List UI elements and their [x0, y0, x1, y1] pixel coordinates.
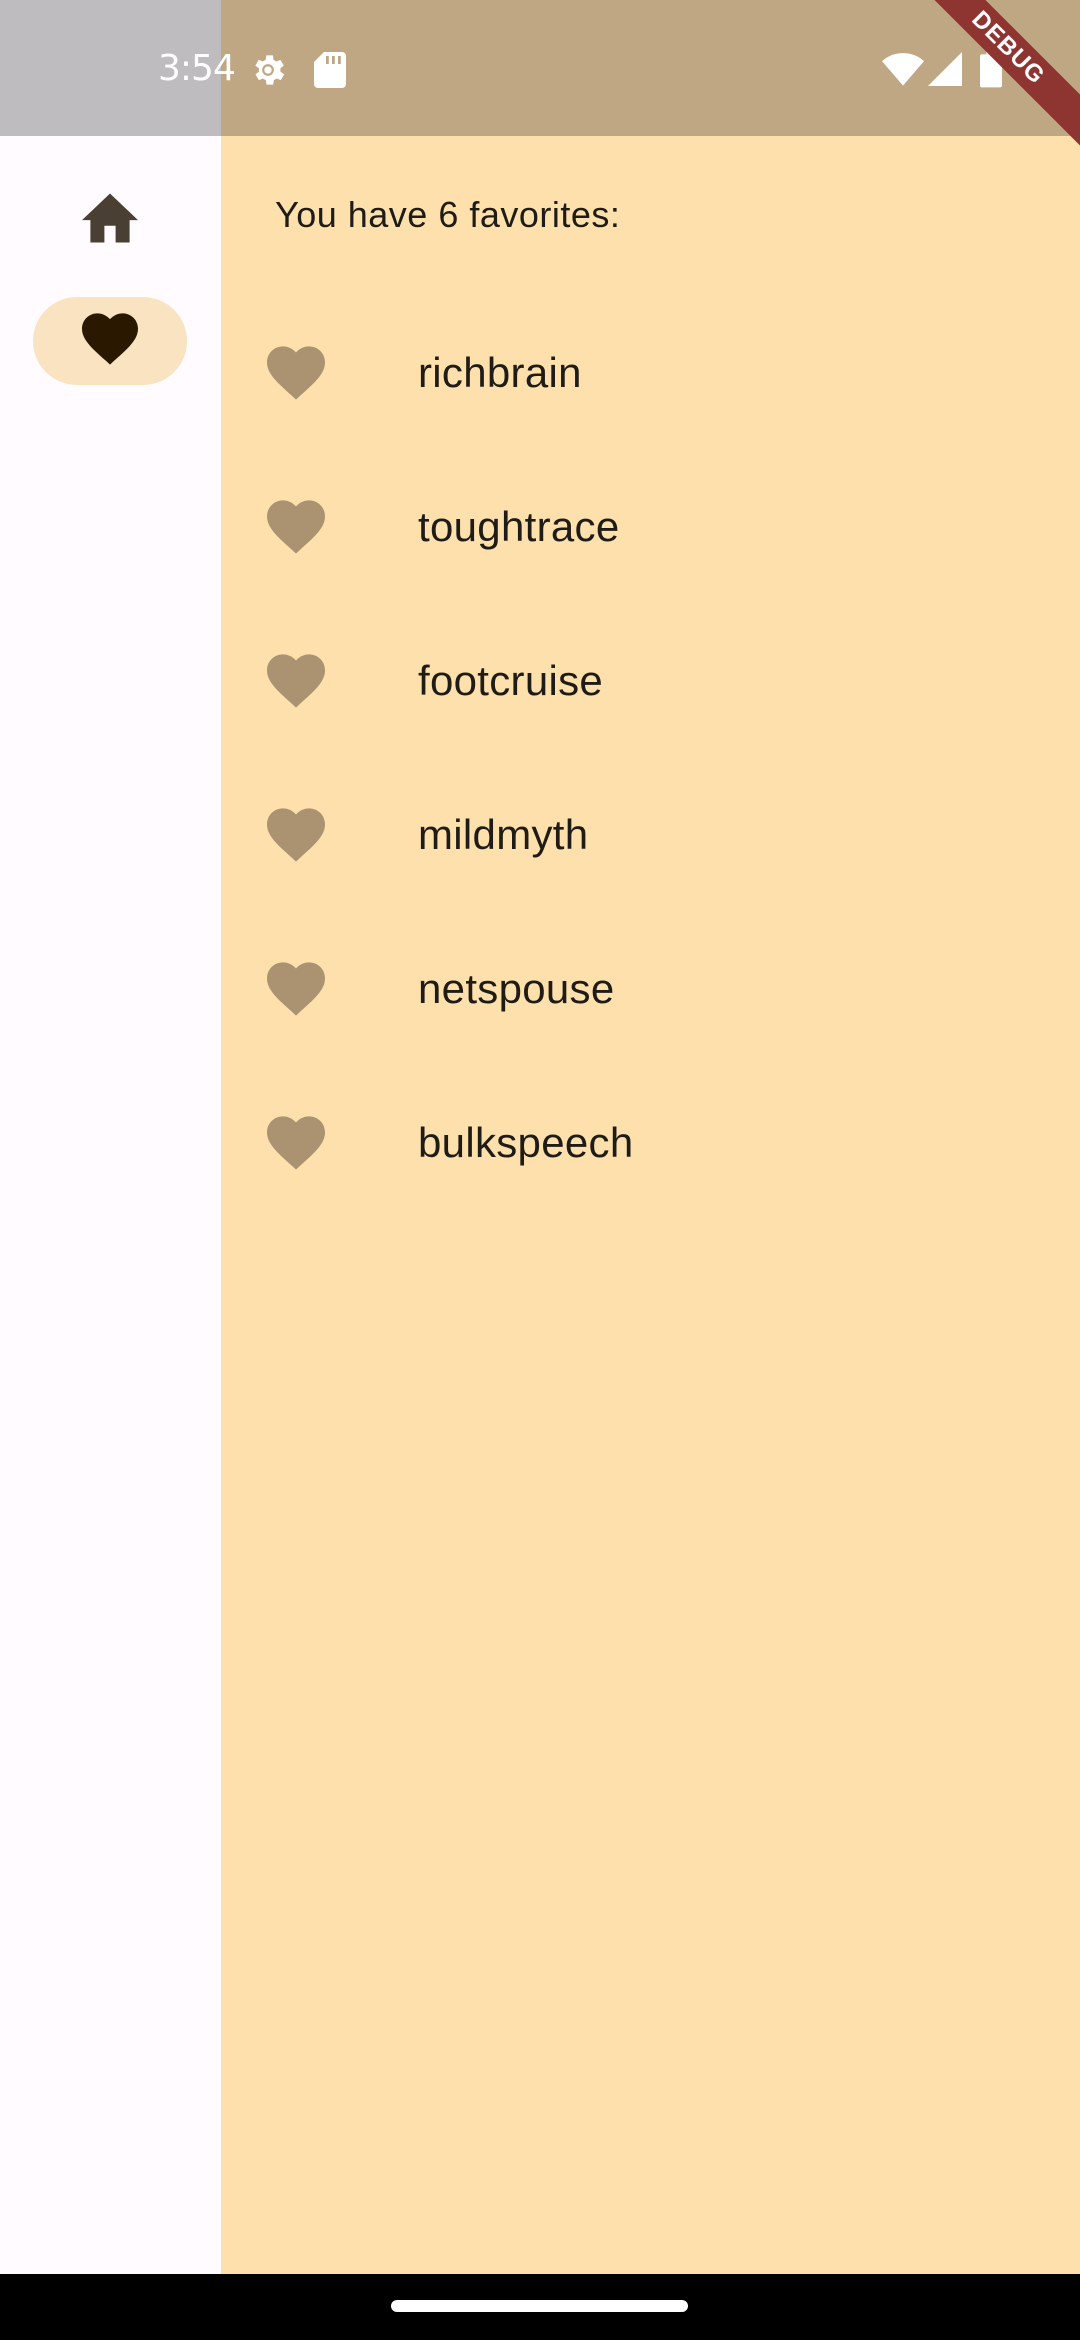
nav-favorites-button[interactable]: [33, 297, 187, 385]
favorite-name: mildmyth: [418, 811, 589, 858]
heart-icon: [267, 500, 325, 554]
app-screen: 3:54 DEBUG You have 6 favorites: richbra…: [0, 0, 1080, 2340]
favorites-list: richbrain toughtrace footcruise mildmyth…: [221, 296, 1080, 1220]
heart-icon: [267, 808, 325, 862]
list-item[interactable]: bulkspeech: [221, 1066, 1080, 1220]
wifi-icon: [882, 52, 924, 91]
signal-icon: [928, 52, 962, 91]
list-item[interactable]: netspouse: [221, 912, 1080, 1066]
heart-icon: [267, 346, 325, 400]
favorites-count-label: You have 6 favorites:: [275, 194, 621, 235]
favorites-page: You have 6 favorites: richbrain toughtra…: [221, 136, 1080, 2274]
favorite-name: richbrain: [418, 349, 582, 396]
list-item[interactable]: mildmyth: [221, 758, 1080, 912]
home-icon: [82, 193, 138, 248]
navigation-rail: [0, 136, 221, 2274]
heart-icon: [267, 1116, 325, 1170]
list-item[interactable]: toughtrace: [221, 450, 1080, 604]
list-item[interactable]: richbrain: [221, 296, 1080, 450]
favorite-name: netspouse: [418, 965, 615, 1012]
home-gesture-handle[interactable]: [391, 2300, 688, 2312]
favorite-name: footcruise: [418, 657, 604, 704]
heart-icon: [82, 312, 138, 370]
heart-icon: [267, 654, 325, 708]
status-bar: 3:54: [0, 0, 1080, 136]
list-item[interactable]: footcruise: [221, 604, 1080, 758]
system-navigation-bar: [0, 2274, 1080, 2340]
favorite-name: toughtrace: [418, 503, 620, 550]
sd-card-icon: [314, 52, 346, 93]
status-time: 3:54: [158, 48, 236, 89]
favorite-name: bulkspeech: [418, 1119, 634, 1166]
nav-home-button[interactable]: [33, 176, 187, 264]
settings-icon: [248, 50, 288, 95]
heart-icon: [267, 962, 325, 1016]
